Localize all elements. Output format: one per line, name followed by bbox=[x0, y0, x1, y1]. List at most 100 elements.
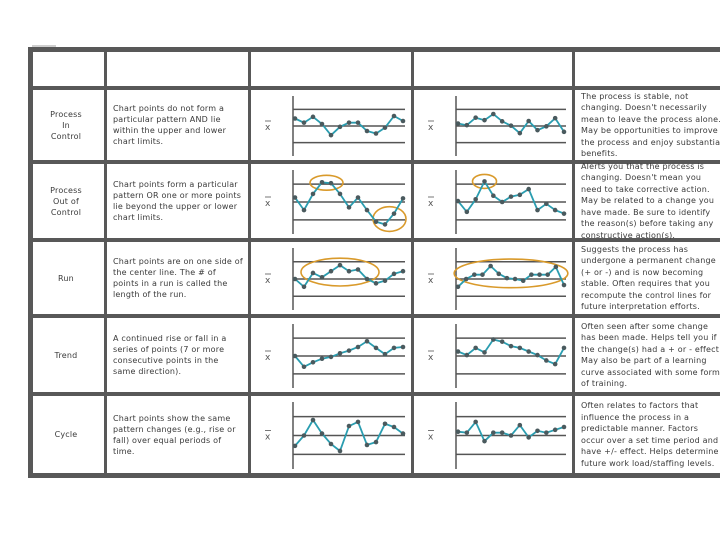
data-point bbox=[400, 196, 406, 201]
chart-cell-1: x bbox=[251, 164, 409, 238]
data-point bbox=[391, 113, 397, 119]
pattern-description: Often seen after some change has been ma… bbox=[581, 321, 720, 389]
data-point bbox=[482, 438, 487, 444]
pattern-description: The process is stable, not changing. Doe… bbox=[581, 91, 720, 159]
data-point bbox=[364, 339, 370, 344]
data-point bbox=[561, 345, 567, 351]
data-point bbox=[526, 118, 531, 124]
data-point bbox=[473, 197, 478, 202]
data-point bbox=[319, 121, 325, 127]
header-cell bbox=[111, 52, 251, 86]
data-point bbox=[526, 186, 531, 192]
control-chart: x bbox=[428, 324, 567, 388]
data-point bbox=[337, 262, 343, 268]
header-cell bbox=[418, 52, 575, 86]
xbar-label: x bbox=[265, 199, 271, 209]
data-point bbox=[310, 191, 316, 197]
data-point bbox=[499, 199, 505, 205]
data-point bbox=[355, 120, 361, 125]
data-point bbox=[544, 201, 549, 207]
data-point bbox=[496, 271, 502, 277]
pattern-description: Suggests the process has undergone a per… bbox=[581, 244, 716, 312]
control-chart: x bbox=[265, 96, 406, 156]
data-point bbox=[391, 211, 397, 216]
control-chart: x bbox=[265, 170, 407, 234]
data-point bbox=[552, 115, 558, 121]
chart-cell-2: x bbox=[414, 242, 570, 314]
data-point bbox=[552, 207, 558, 213]
chart-cell-1: x bbox=[251, 242, 409, 314]
pattern-definition: Chart points do not form a particular pa… bbox=[113, 104, 227, 146]
data-point bbox=[552, 427, 558, 433]
data-point bbox=[319, 274, 325, 280]
data-point bbox=[373, 281, 379, 286]
header-cell bbox=[579, 52, 720, 86]
data-point bbox=[364, 442, 370, 448]
data-point bbox=[535, 127, 540, 133]
pattern-definition: A continued rise or fall in a series of … bbox=[113, 334, 227, 376]
data-point bbox=[480, 272, 485, 277]
xbar-label: x bbox=[428, 123, 434, 133]
data-point bbox=[400, 118, 406, 124]
data-point bbox=[508, 123, 514, 128]
xbar-label: x bbox=[428, 199, 434, 209]
chart-cell-2: x bbox=[414, 318, 570, 392]
data-point bbox=[382, 222, 388, 227]
data-point bbox=[391, 424, 397, 430]
data-point bbox=[382, 125, 388, 130]
data-point bbox=[382, 421, 388, 427]
control-chart: x bbox=[428, 248, 569, 310]
data-point bbox=[499, 339, 505, 344]
data-point bbox=[544, 124, 549, 129]
data-point bbox=[464, 209, 470, 215]
data-point bbox=[328, 132, 334, 138]
header-cell bbox=[33, 52, 104, 86]
xbar-label: x bbox=[428, 433, 434, 443]
pattern-definition: Chart points form a particular pattern O… bbox=[113, 180, 242, 222]
pattern-definition: Chart points show the same pattern chang… bbox=[113, 413, 236, 456]
data-point bbox=[464, 430, 470, 435]
data-point bbox=[373, 345, 379, 351]
data-point bbox=[482, 117, 487, 123]
data-point bbox=[535, 428, 540, 434]
data-point bbox=[517, 422, 523, 428]
data-point bbox=[552, 361, 558, 367]
data-point bbox=[319, 179, 325, 185]
data-point bbox=[499, 119, 505, 124]
chart-cell-1: x bbox=[251, 318, 409, 392]
chart-cell-2: x bbox=[414, 396, 570, 473]
data-point bbox=[553, 264, 559, 270]
data-point bbox=[517, 345, 523, 351]
data-point bbox=[301, 284, 307, 290]
xbar-label: x bbox=[428, 276, 434, 286]
data-point bbox=[520, 278, 526, 284]
data-point bbox=[455, 198, 461, 204]
data-point bbox=[346, 205, 352, 210]
highlight-ellipse bbox=[453, 258, 569, 289]
data-point bbox=[310, 270, 316, 276]
pattern-label: Process In Control bbox=[50, 109, 82, 141]
data-point bbox=[464, 352, 470, 358]
data-point bbox=[355, 267, 361, 272]
data-point bbox=[328, 441, 334, 447]
control-chart: x bbox=[428, 96, 567, 156]
data-point bbox=[517, 192, 523, 198]
pattern-description: Often relates to factors that influence … bbox=[581, 401, 719, 468]
pattern-label: Run bbox=[58, 273, 74, 283]
data-point bbox=[382, 351, 388, 357]
data-point bbox=[364, 276, 370, 282]
control-chart: x bbox=[428, 170, 567, 234]
data-point bbox=[512, 276, 518, 282]
data-point bbox=[482, 350, 487, 355]
data-point bbox=[464, 122, 470, 128]
data-point bbox=[328, 180, 334, 186]
xbar-label: x bbox=[428, 353, 434, 363]
data-point bbox=[473, 419, 478, 425]
data-point bbox=[535, 207, 540, 213]
data-point bbox=[561, 282, 567, 288]
data-point bbox=[337, 351, 343, 356]
data-point bbox=[355, 195, 361, 200]
pattern-label: Trend bbox=[54, 350, 78, 360]
data-point bbox=[473, 345, 478, 351]
data-point bbox=[310, 417, 316, 423]
